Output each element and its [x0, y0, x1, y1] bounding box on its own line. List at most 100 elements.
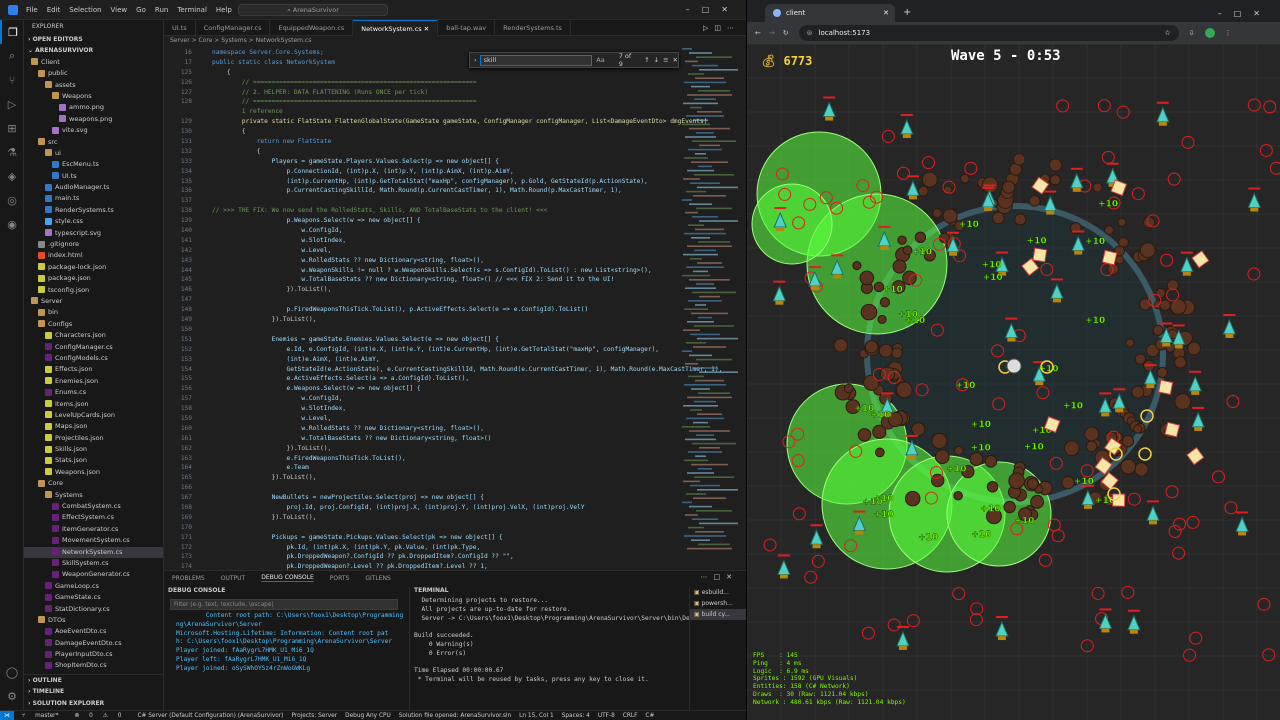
tree-item[interactable]: Projectiles.json [24, 433, 163, 444]
tree-item[interactable]: StatDictionary.cs [24, 604, 163, 615]
tree-item[interactable]: NetworkSystem.cs [24, 546, 163, 558]
panel-tab-output[interactable]: OUTPUT [221, 575, 245, 582]
address-bar[interactable]: ⊜ localhost:5173 ☆ [798, 25, 1179, 41]
outline-section[interactable]: › OUTLINE [24, 675, 163, 686]
branch-status[interactable]: ⑂ master* [22, 713, 67, 719]
account-icon[interactable]: ◯ [0, 660, 24, 684]
debug-filter-input[interactable]: Filter (e.g. text, !exclude, \escape) [170, 599, 398, 610]
run-debug-icon[interactable]: ▷ [0, 92, 24, 116]
close-icon[interactable]: ✕ [883, 9, 889, 17]
site-info-icon[interactable]: ⊜ [807, 29, 813, 37]
tree-item[interactable]: typescript.svg [24, 228, 163, 239]
problems-status[interactable]: ⊗ 0 ⚠ 0 [74, 713, 129, 719]
maximize-panel-icon[interactable]: □ [714, 573, 727, 581]
settings-gear-icon[interactable]: ⚙ [0, 684, 24, 708]
back-icon[interactable]: ← [755, 29, 761, 37]
more-icon[interactable]: ⋯ [701, 573, 714, 581]
tree-item[interactable]: RenderSystems.ts [24, 205, 163, 216]
close-icon[interactable]: ✕ [422, 25, 429, 33]
tree-item[interactable]: Client [24, 57, 163, 68]
terminal-instance[interactable]: ▣ build cy... [690, 609, 746, 620]
panel-tab-debug-console[interactable]: DEBUG CONSOLE [261, 574, 314, 582]
tree-item[interactable]: Enemies.json [24, 376, 163, 387]
browser-tab[interactable]: client ✕ [765, 4, 895, 22]
source-control-icon[interactable]: ⑂ [0, 68, 24, 92]
forward-icon[interactable]: → [769, 29, 775, 37]
tree-item[interactable]: PlayerInputDto.cs [24, 649, 163, 660]
arrow-down-icon[interactable]: ↓ [654, 56, 659, 64]
editor-tab[interactable]: UI.ts [164, 20, 196, 36]
menu-item-help[interactable]: Help [216, 6, 232, 14]
tree-item[interactable]: ItemGenerator.cs [24, 524, 163, 535]
editor-tab[interactable]: EquippedWeapon.cs [270, 20, 354, 36]
solution-status[interactable]: Solution file opened: ArenaSurvivor.sln [399, 713, 511, 719]
maximize-icon[interactable]: □ [702, 5, 722, 14]
menu-item-run[interactable]: Run [155, 6, 168, 14]
tree-item[interactable]: WeaponGenerator.cs [24, 569, 163, 580]
tree-item[interactable]: main.ts [24, 193, 163, 204]
tree-item[interactable]: .gitignore [24, 239, 163, 250]
tree-item[interactable]: AoeEventDto.cs [24, 626, 163, 637]
tree-item[interactable]: assets [24, 80, 163, 91]
tree-item[interactable]: EffectSystem.cs [24, 512, 163, 523]
split-editor-icon[interactable]: ◫ [714, 24, 727, 32]
encoding-status[interactable]: UTF-8 [598, 713, 615, 719]
menu-item-terminal[interactable]: Terminal [177, 6, 207, 14]
find-menu-icon[interactable]: ≡ [663, 56, 668, 64]
panel-tab-gitlens[interactable]: GITLENS [365, 575, 391, 582]
tree-item[interactable]: AudioManager.ts [24, 182, 163, 193]
download-icon[interactable]: ⇩ [1189, 29, 1195, 37]
tree-item[interactable]: ShopItemDto.cs [24, 660, 163, 671]
tree-item[interactable]: ui [24, 148, 163, 159]
search-icon[interactable]: ⌕ [0, 44, 24, 68]
game-canvas[interactable]: +10 +10 +10 +10 +10 +10 +10 +10 +10 +10 +10 +10 +10 +… [747, 44, 1280, 720]
tree-item[interactable]: weapons.png [24, 114, 163, 125]
server-status[interactable]: C# Server (Default Configuration) (Arena… [137, 713, 283, 719]
eol-status[interactable]: CRLF [623, 713, 638, 719]
arrow-up-icon[interactable]: ↑ [644, 56, 649, 64]
tree-item[interactable]: Skills.json [24, 444, 163, 455]
menu-item-view[interactable]: View [111, 6, 128, 14]
tree-item[interactable]: bin [24, 307, 163, 318]
tree-item[interactable]: Core [24, 478, 163, 489]
tree-item[interactable]: UI.ts [24, 171, 163, 182]
tree-item[interactable]: SkillSystem.cs [24, 558, 163, 569]
menu-item-go[interactable]: Go [136, 6, 146, 14]
tree-item[interactable]: GameState.cs [24, 592, 163, 603]
command-center[interactable]: ⌕ ArenaSurvivor [238, 4, 388, 16]
docker-icon[interactable]: ◈ [0, 164, 24, 188]
close-icon[interactable]: ✕ [721, 5, 740, 14]
run-icon[interactable]: ▷ [703, 24, 714, 32]
minimize-icon[interactable]: – [686, 5, 702, 14]
menu-item-file[interactable]: File [26, 6, 38, 14]
code-editor[interactable]: 16 namespace Server.Core.Systems; 17 public… [164, 48, 746, 570]
tree-item[interactable]: Systems [24, 490, 163, 501]
panel-tab-problems[interactable]: PROBLEMS [172, 575, 205, 582]
github-icon[interactable]: ◉ [0, 212, 24, 236]
tree-item[interactable]: Maps.json [24, 421, 163, 432]
tree-item[interactable]: Server [24, 296, 163, 307]
minimap[interactable] [682, 48, 738, 558]
gitlens-icon[interactable]: ◎ [0, 188, 24, 212]
explorer-icon[interactable]: ❐ [0, 20, 24, 44]
tree-item[interactable]: Weapons [24, 91, 163, 102]
tree-item[interactable]: ConfigManager.cs [24, 342, 163, 353]
tree-item[interactable]: src [24, 137, 163, 148]
terminal-instance[interactable]: ▣ powersh... [690, 598, 746, 609]
find-input[interactable]: skill [479, 54, 593, 66]
editor-tab[interactable]: RenderSystems.ts [495, 20, 571, 36]
tree-item[interactable]: Characters.json [24, 330, 163, 341]
close-icon[interactable]: ✕ [673, 56, 678, 64]
open-editors-section[interactable]: › OPEN EDITORS [24, 34, 163, 45]
tree-item[interactable]: ammo.png [24, 102, 163, 113]
breadcrumb[interactable]: Server > Core > Systems > NetworkSystem.… [164, 36, 746, 46]
remote-icon[interactable]: ⋊ [0, 711, 14, 720]
profile-icon[interactable] [1204, 28, 1215, 38]
tree-item[interactable]: Items.json [24, 399, 163, 410]
panel-tab-ports[interactable]: PORTS [330, 575, 350, 582]
match-case-icon[interactable]: Aa [596, 56, 604, 64]
editor-tab[interactable]: NetworkSystem.cs ✕ [353, 20, 439, 36]
workspace-root[interactable]: ⌄ ARENASURVIVOR [24, 45, 163, 56]
tree-item[interactable]: MovementSystem.cs [24, 535, 163, 546]
chevron-right-icon[interactable]: › [474, 56, 477, 64]
